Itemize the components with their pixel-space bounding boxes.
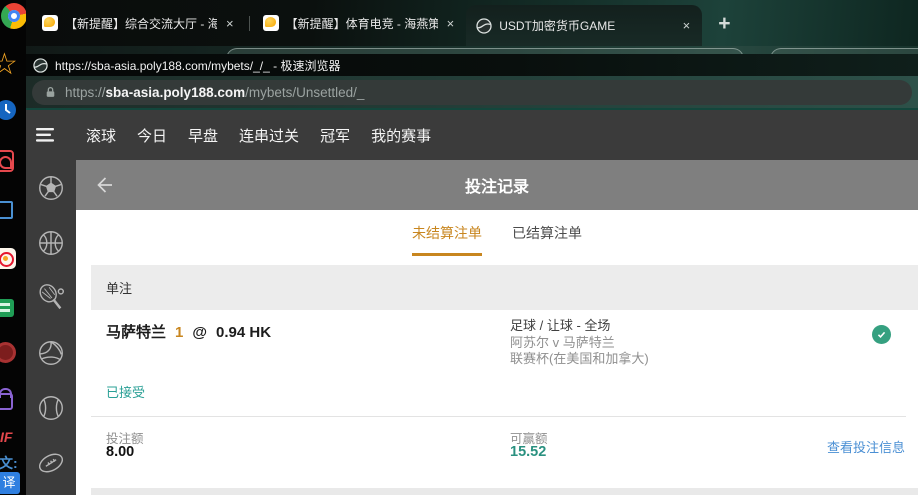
globe-favicon [33, 58, 48, 73]
market-details: 足球 / 让球 - 全场 阿苏尔 v 马萨特兰 联赛杯(在美国和加拿大) [510, 318, 649, 368]
clock-shortcut-icon[interactable] [0, 99, 17, 121]
tab-settled[interactable]: 已结算注单 [512, 223, 582, 256]
nav-item-champion[interactable]: 冠军 [320, 125, 350, 146]
lock-icon [44, 86, 57, 99]
wen-shortcut-icon[interactable]: 文: [0, 453, 18, 473]
chrome-icon[interactable] [1, 3, 26, 29]
tab-separator [249, 16, 250, 31]
address-bar[interactable]: https://sba-asia.poly188.com/mybets/Unse… [32, 80, 912, 105]
tab-close-icon[interactable]: × [681, 18, 693, 33]
browser-tab-active[interactable]: USDT加密货币GAME × [466, 5, 702, 46]
at-symbol: @ [192, 324, 207, 341]
potential-win-value: 15.52 [510, 444, 546, 460]
tennis-icon[interactable] [36, 283, 66, 313]
weibo-shortcut-icon[interactable] [0, 248, 16, 269]
menu-icon[interactable] [36, 128, 54, 142]
browser-tab-2[interactable]: 【新提醒】体育电竞 - 海燕策略论坛 × [253, 6, 467, 40]
green-app-shortcut-icon[interactable] [0, 299, 14, 317]
divider [91, 416, 906, 417]
fixture-name: 阿苏尔 v 马萨特兰 [510, 335, 649, 352]
bet-status: 已接受 [106, 382, 145, 401]
top-nav: 滚球 今日 早盘 连串过关 冠军 我的赛事 [26, 110, 918, 160]
red-app-shortcut-icon[interactable] [0, 150, 14, 172]
league-name: 联赛杯(在美国和加拿大) [510, 351, 649, 368]
bet-odds: 0.94 HK [216, 324, 271, 341]
bet-history-panel: 投注记录 未结算注单 已结算注单 单注 马萨特兰 1 @0.94 HK 足球 / 让… [76, 160, 918, 495]
tab-unsettled[interactable]: 未结算注单 [412, 223, 482, 256]
window-title: https://sba-asia.poly188.com/mybets/_/_ … [55, 57, 340, 74]
bet-selection: 马萨特兰 [106, 324, 166, 341]
blue-app-shortcut-icon[interactable] [0, 201, 13, 219]
nav-item-today[interactable]: 今日 [137, 125, 167, 146]
tab-strip: 【新提醒】综合交流大厅 - 海燕策略 × 【新提醒】体育电竞 - 海燕策略论坛 … [26, 0, 918, 46]
screen: ☆ IF 文: 译 【新提醒】综合交流大厅 - 海燕策略 × 【新提醒】体育电竞… [0, 0, 918, 495]
chat-bubble-favicon [263, 15, 279, 31]
page-body: 滚球 今日 早盘 连串过关 冠军 我的赛事 投注记录 [26, 110, 918, 495]
globe-favicon [476, 18, 492, 34]
browser-window: 【新提醒】综合交流大厅 - 海燕策略 × 【新提醒】体育电竞 - 海燕策略论坛 … [26, 0, 918, 495]
next-section-edge [91, 488, 918, 495]
nav-item-my-events[interactable]: 我的赛事 [371, 125, 431, 146]
basketball-icon[interactable] [36, 228, 66, 258]
tab-close-icon[interactable]: × [224, 16, 236, 31]
nav-item-live[interactable]: 滚球 [86, 125, 116, 146]
soccer-icon[interactable] [36, 173, 66, 203]
nav-item-parlay[interactable]: 连串过关 [239, 125, 299, 146]
tab-title: 【新提醒】综合交流大厅 - 海燕策略 [65, 15, 217, 32]
translate-shortcut-icon[interactable]: 译 [0, 472, 20, 494]
chat-bubble-favicon [42, 15, 58, 31]
sports-sidebar [26, 160, 76, 495]
view-bet-info-link[interactable]: 查看投注信息 [827, 437, 905, 456]
new-tab-button[interactable]: + [718, 13, 730, 34]
star-shortcut-icon[interactable]: ☆ [0, 50, 18, 80]
page-title: 投注记录 [76, 160, 918, 210]
stake-value: 8.00 [106, 444, 134, 460]
window-title-bar: https://sba-asia.poly188.com/mybets/_/_ … [26, 54, 918, 76]
tab-title: USDT加密货币GAME [499, 17, 615, 34]
volleyball-icon[interactable] [36, 338, 66, 368]
if-shortcut-icon[interactable]: IF [0, 429, 12, 445]
bet-selection-line: 马萨特兰 1 @0.94 HK [106, 321, 271, 342]
purple-lock-shortcut-icon[interactable] [0, 393, 13, 410]
record-shortcut-icon[interactable] [0, 342, 16, 363]
accepted-check-icon [872, 325, 891, 344]
page-header: 投注记录 [76, 160, 918, 210]
tab-close-icon[interactable]: × [445, 16, 457, 31]
baseball-icon[interactable] [36, 393, 66, 423]
bet-tabs: 未结算注单 已结算注单 [76, 210, 918, 256]
market-name: 足球 / 让球 - 全场 [510, 318, 649, 335]
desktop-icon-strip: ☆ IF 文: 译 [0, 0, 26, 495]
url-text: https://sba-asia.poly188.com/mybets/Unse… [65, 85, 364, 100]
browser-tab-1[interactable]: 【新提醒】综合交流大厅 - 海燕策略 × [32, 6, 246, 40]
bet-handicap: 1 [175, 324, 183, 341]
tab-title: 【新提醒】体育电竞 - 海燕策略论坛 [286, 15, 438, 32]
nav-item-early[interactable]: 早盘 [188, 125, 218, 146]
background-toolbar-band [26, 46, 918, 54]
american-football-icon[interactable] [36, 448, 66, 478]
address-bar-row: https://sba-asia.poly188.com/mybets/Unse… [26, 76, 918, 110]
nav-items: 滚球 今日 早盘 连串过关 冠军 我的赛事 [86, 125, 431, 146]
section-label-single-bet: 单注 [91, 265, 918, 310]
